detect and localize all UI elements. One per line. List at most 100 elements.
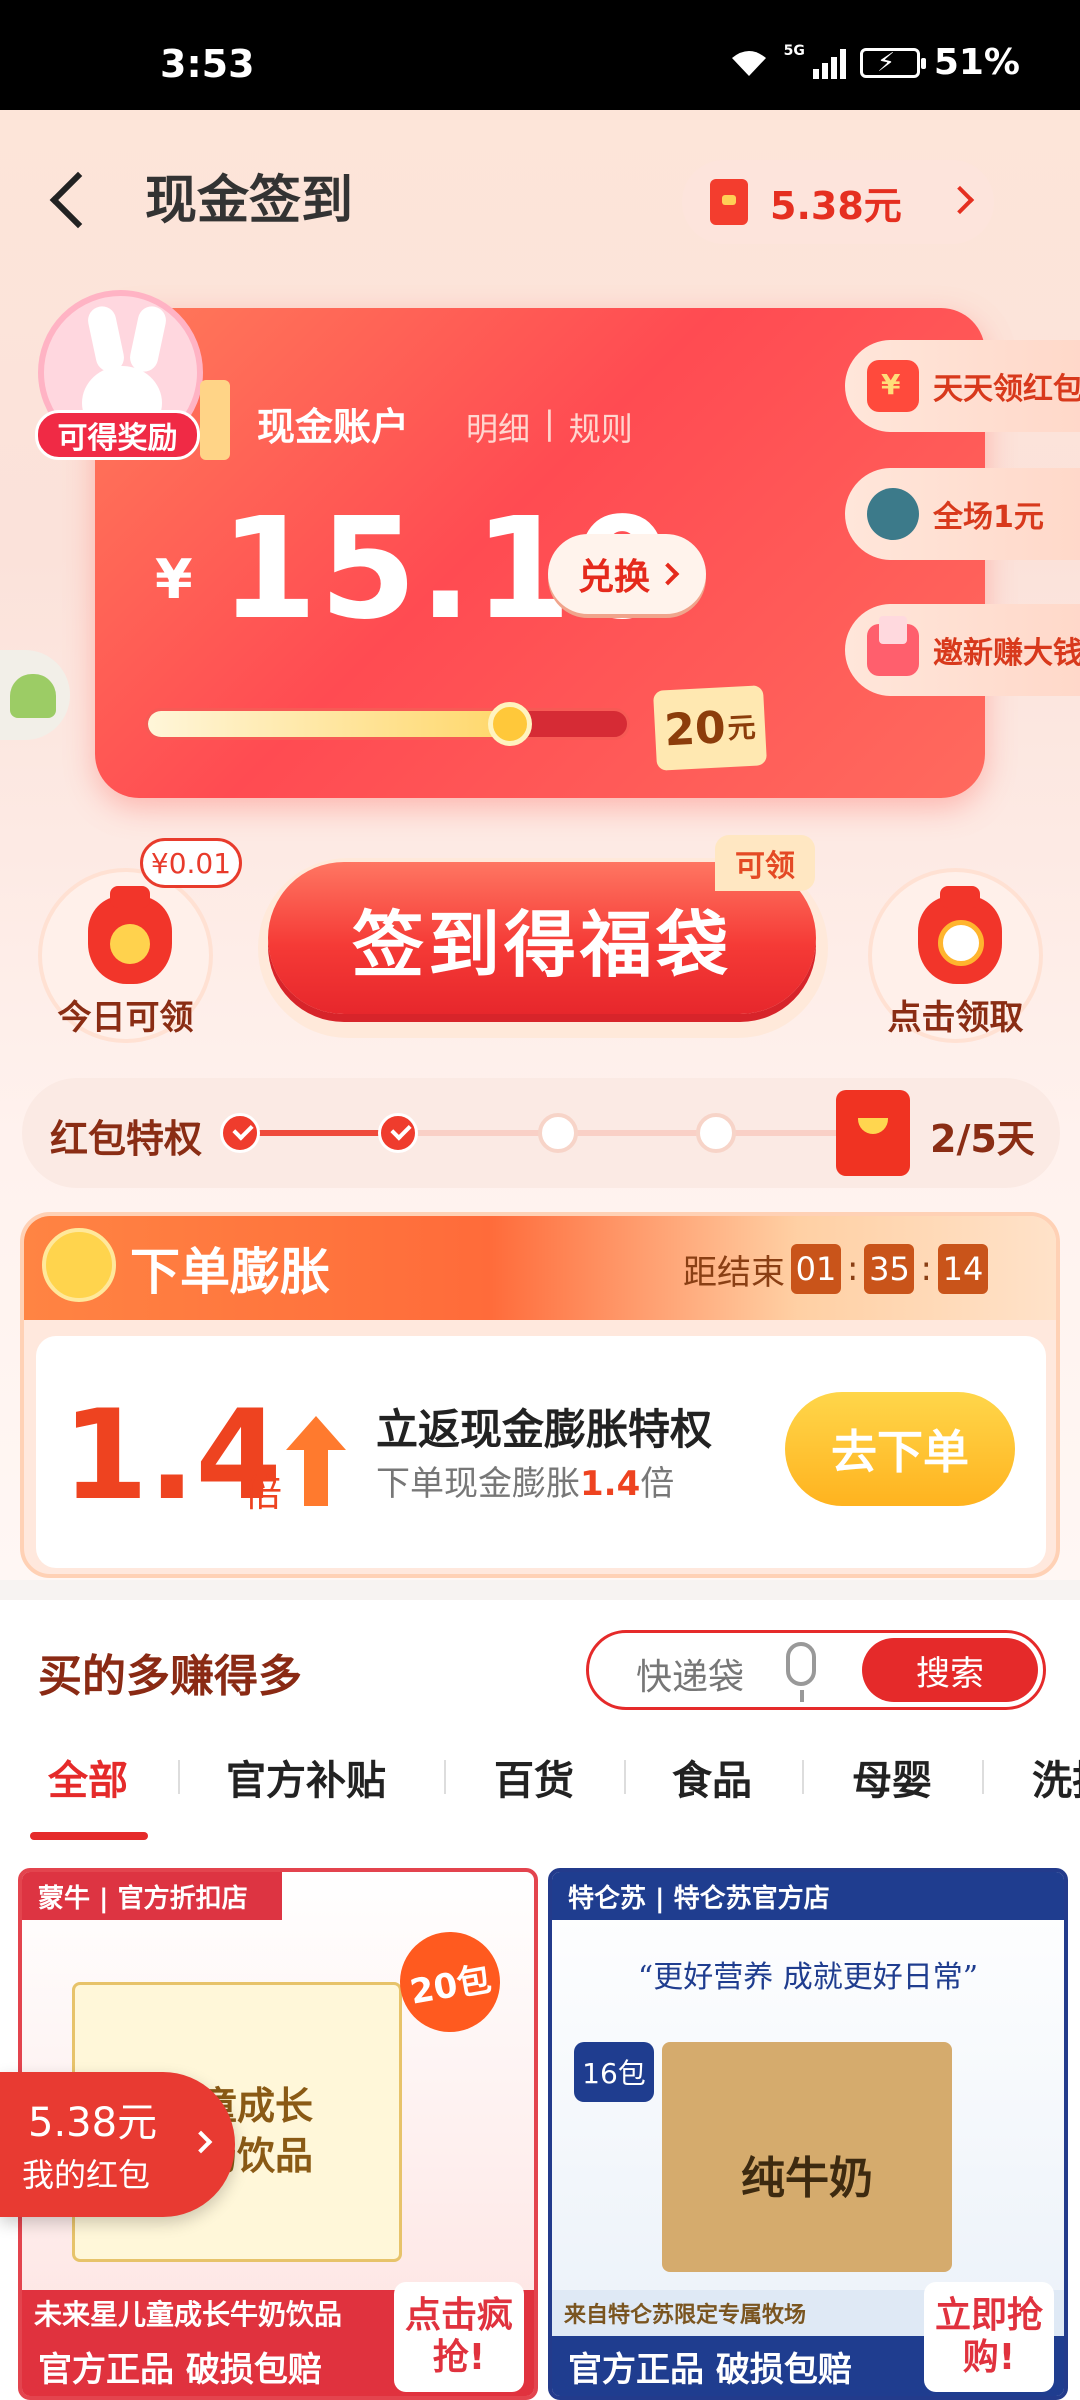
exchange-label: 兑换 — [577, 557, 650, 598]
page-title: 现金签到 — [145, 171, 354, 231]
side-task-daily-redpacket[interactable]: 天天领红包 — [845, 340, 1080, 432]
battery-icon: ⚡ — [859, 47, 926, 78]
pack-count-badge: 16包 — [574, 2042, 654, 2102]
float-label: 我的红包 — [22, 2156, 151, 2194]
reward-badge[interactable]: 可得奖励 — [35, 410, 200, 460]
pack-count-badge: 20包 — [392, 1924, 508, 2040]
tab-divider — [178, 1760, 180, 1794]
earn-more-title: 买的多赚得多 — [38, 1651, 302, 1702]
click-claim-label: 点击领取 — [887, 998, 1024, 1038]
countdown-seconds: 14 — [937, 1244, 988, 1294]
withdraw-target-badge: 20 元 — [652, 685, 768, 771]
chevron-right-icon — [656, 562, 680, 586]
side-task-invite[interactable]: 邀新赚大钱 — [845, 604, 1080, 696]
go-order-button[interactable]: 去下单 — [785, 1392, 1015, 1506]
product-box-text: 纯牛奶 — [741, 2153, 873, 2204]
gift-icon — [867, 488, 919, 540]
tab-food[interactable]: 食品 — [672, 1748, 752, 1806]
product-slogan: “更好营养 成就更好日常” — [637, 1960, 979, 1995]
my-redpacket-float[interactable]: 5.38元 我的红包 — [0, 2072, 235, 2217]
clock-icon — [938, 920, 984, 966]
tab-all[interactable]: 全部 — [48, 1748, 128, 1806]
chevron-right-icon — [189, 2130, 213, 2154]
battery-percent: 51% — [933, 42, 1020, 83]
privilege-track-done — [240, 1130, 400, 1136]
back-button[interactable] — [40, 160, 100, 240]
store-name: 特仑苏 | 特仑苏官方店 — [552, 1872, 1064, 1920]
wallet-balance-button[interactable]: 5.38元 — [682, 160, 994, 244]
today-claim-label: 今日可领 — [57, 998, 194, 1038]
product-image: 纯牛奶 — [662, 2042, 952, 2272]
search-placeholder[interactable]: 快递袋 — [636, 1648, 744, 1700]
cash-progress-fill — [148, 711, 510, 737]
float-amount: 5.38元 — [28, 2100, 158, 2146]
buy-now-label: 立即抢购! — [924, 2282, 1054, 2392]
privilege-step-pending — [538, 1113, 578, 1153]
inflate-main-text: 立返现金膨胀特权 — [376, 1405, 713, 1454]
wallet-icon — [200, 380, 230, 460]
tab-personal-care[interactable]: 洗护 — [1032, 1748, 1080, 1806]
active-tab-indicator — [30, 1832, 148, 1840]
countdown-colon: : — [847, 1249, 859, 1289]
inflate-sub-value: 1.4 — [580, 1464, 641, 1504]
cash-account-links: 明细 | 规则 — [466, 404, 633, 450]
red-envelope-icon[interactable] — [836, 1090, 910, 1176]
up-arrow-icon — [286, 1416, 346, 1506]
tab-divider — [982, 1760, 984, 1794]
rules-link[interactable]: 规则 — [569, 404, 633, 450]
privilege-label: 红包特权 — [50, 1117, 203, 1161]
coin-icon — [488, 702, 532, 746]
invite-envelope-icon — [867, 616, 919, 676]
store-name: 蒙牛 | 官方折扣店 — [22, 1872, 282, 1920]
currency-symbol: ¥ — [155, 548, 193, 611]
claimable-tag: 可领 — [715, 835, 815, 891]
inflate-sub-prefix: 下单现金膨胀 — [376, 1464, 580, 1504]
countdown-timer: 距结束 01 : 35 : 14 — [683, 1244, 988, 1294]
exchange-button[interactable]: 兑换 — [548, 534, 706, 614]
chevron-right-icon — [945, 185, 975, 215]
status-time: 3:53 — [160, 42, 255, 86]
side-task-one-yuan[interactable]: 全场1元 — [845, 468, 1080, 560]
countdown-label: 距结束 — [683, 1252, 785, 1293]
android-icon — [10, 674, 56, 718]
link-separator: | — [544, 404, 555, 442]
product-card[interactable]: 特仑苏 | 特仑苏官方店 “更好营养 成就更好日常” 16包 纯牛奶 来自特仑苏… — [548, 1868, 1068, 2400]
wallet-amount: 5.38元 — [770, 183, 902, 228]
inflate-title: 下单膨胀 — [130, 1243, 330, 1301]
inflate-sub-text: 下单现金膨胀1.4倍 — [376, 1456, 674, 1505]
privilege-step-pending — [696, 1113, 736, 1153]
tab-mother-baby[interactable]: 母婴 — [852, 1748, 932, 1806]
red-envelope-icon — [867, 360, 919, 412]
tab-divider — [444, 1760, 446, 1794]
detail-link[interactable]: 明细 — [466, 404, 530, 450]
checkmark-icon — [378, 1113, 418, 1153]
countdown-colon: : — [920, 1249, 932, 1289]
inflate-sub-suffix: 倍 — [640, 1464, 675, 1504]
tab-divider — [624, 1760, 626, 1794]
microphone-icon[interactable] — [786, 1642, 816, 1702]
coin-icon — [42, 1228, 116, 1302]
side-task-label: 全场1元 — [933, 500, 1044, 535]
grab-now-label: 点击疯抢! — [394, 2282, 524, 2392]
click-claim-button[interactable]: 点击领取 — [868, 868, 1043, 1043]
red-envelope-icon — [710, 179, 748, 225]
category-tabs: 全部 官方补贴 百货 食品 母婴 洗护 — [0, 1748, 1080, 1848]
tab-general-goods[interactable]: 百货 — [494, 1748, 574, 1806]
wifi-icon — [731, 50, 766, 76]
network-type: 5G — [783, 42, 805, 59]
status-icons: 5G ⚡ 51% — [728, 42, 1020, 83]
coin-icon — [110, 924, 150, 964]
signal-icon — [812, 47, 846, 79]
side-task-label: 邀新赚大钱 — [933, 636, 1080, 671]
search-button[interactable]: 搜索 — [862, 1638, 1038, 1702]
countdown-minutes: 35 — [864, 1244, 915, 1294]
target-value: 20 — [663, 701, 727, 756]
multiplier-unit: 倍 — [244, 1471, 283, 1515]
today-price-badge: ¥0.01 — [140, 838, 242, 888]
checkmark-icon — [220, 1113, 260, 1153]
status-bar: 3:53 5G ⚡ 51% — [0, 0, 1080, 110]
tab-official-subsidy[interactable]: 官方补贴 — [226, 1748, 386, 1806]
today-claim-button[interactable]: 今日可领 — [38, 868, 213, 1043]
privilege-count: 2/5天 — [930, 1117, 1035, 1161]
target-unit: 元 — [726, 710, 757, 746]
